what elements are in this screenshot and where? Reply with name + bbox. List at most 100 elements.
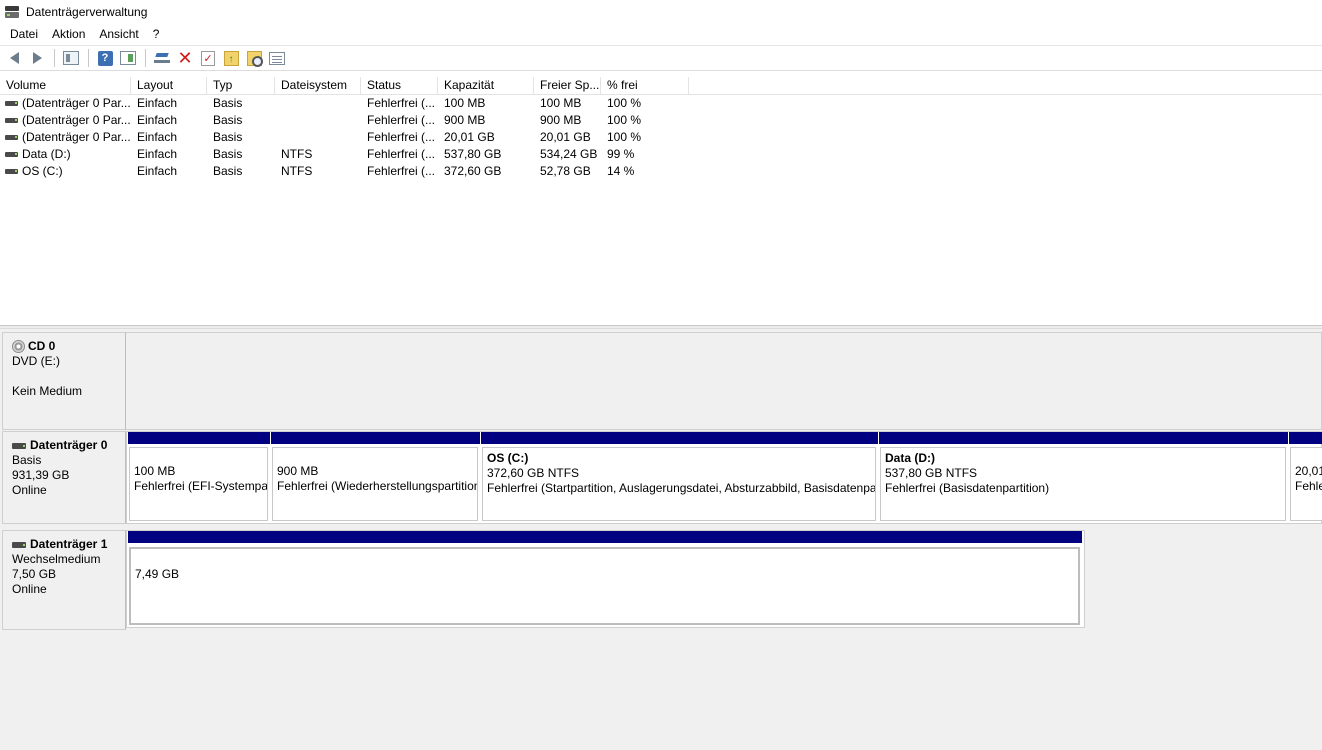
- volume-filesystem: NTFS: [281, 164, 313, 178]
- menu-bar: Datei Aktion Ansicht ?: [0, 24, 1322, 44]
- column-volume[interactable]: Volume: [0, 77, 131, 95]
- disk-info-line: Online: [12, 483, 47, 497]
- table-row[interactable]: (Datenträger 0 Par... Einfach Basis Fehl…: [0, 112, 1322, 129]
- partition-recovery-2[interactable]: 20,01 GB Fehlerfrei (Wiederherstellungsp…: [1288, 432, 1322, 523]
- column-freier-speicher[interactable]: Freier Sp...: [534, 77, 601, 95]
- column-typ[interactable]: Typ: [207, 77, 275, 95]
- partition-recovery[interactable]: 900 MB Fehlerfrei (Wiederherstellungspar…: [270, 432, 480, 523]
- properties-icon: [269, 51, 285, 65]
- volume-typ: Basis: [213, 130, 243, 144]
- table-row[interactable]: Data (D:) Einfach Basis NTFS Fehlerfrei …: [0, 146, 1322, 163]
- column-layout[interactable]: Layout: [131, 77, 207, 95]
- volume-layout: Einfach: [137, 130, 178, 144]
- volume-icon: [5, 118, 18, 123]
- partition-efi[interactable]: 100 MB Fehlerfrei (EFI-Systempartition): [127, 432, 270, 523]
- table-row[interactable]: OS (C:) Einfach Basis NTFS Fehlerfrei (.…: [0, 163, 1322, 180]
- volume-layout: Einfach: [137, 164, 178, 178]
- toolbar-separator: [88, 49, 89, 67]
- volume-status: Fehlerfrei (...: [367, 96, 436, 110]
- help-button[interactable]: ?: [94, 47, 116, 69]
- volume-capacity: 100 MB: [444, 96, 486, 110]
- volume-capacity: 372,60 GB: [444, 164, 502, 178]
- graphical-disk-view: CD 0 DVD (E:) Kein Medium Datenträger 0 …: [0, 329, 1322, 750]
- volume-icon: [5, 101, 18, 106]
- volume-free-space: 20,01 GB: [540, 130, 591, 144]
- action-pane-button[interactable]: [117, 47, 139, 69]
- volume-typ: Basis: [213, 147, 243, 161]
- volume-typ: Basis: [213, 113, 243, 127]
- volume-typ: Basis: [213, 164, 243, 178]
- volume-percent-free: 100 %: [607, 130, 642, 144]
- disk-label-disk1[interactable]: Datenträger 1 Wechselmedium 7,50 GB Onli…: [2, 530, 126, 630]
- delete-icon: ✕: [177, 48, 193, 68]
- folder-up-button[interactable]: ↑: [220, 47, 242, 69]
- connect-disk-icon: [154, 53, 170, 63]
- cd-drive-icon: [12, 340, 25, 353]
- partition-status: Fehlerfrei (Startpartition, Auslagerungs…: [487, 481, 876, 495]
- volume-typ: Basis: [213, 96, 243, 110]
- volume-free-space: 900 MB: [540, 113, 582, 127]
- hard-disk-icon: [12, 442, 26, 449]
- partition-size: 372,60 GB NTFS: [487, 466, 580, 480]
- menu-ansicht[interactable]: Ansicht: [93, 27, 144, 41]
- volume-capacity: 537,80 GB: [444, 147, 502, 161]
- volume-percent-free: 14 %: [607, 164, 635, 178]
- disk-info-line: Wechselmedium: [12, 552, 101, 566]
- partition-bar: [127, 432, 270, 444]
- volume-filesystem: NTFS: [281, 147, 313, 161]
- disk-info-line: DVD (E:): [12, 354, 60, 368]
- partition-bar: [127, 531, 1082, 543]
- check-disk-button[interactable]: ✓: [197, 47, 219, 69]
- partition-bar: [270, 432, 480, 444]
- volume-name: (Datenträger 0 Par...: [22, 113, 131, 127]
- search-folder-button[interactable]: [243, 47, 265, 69]
- table-row[interactable]: (Datenträger 0 Par... Einfach Basis Fehl…: [0, 95, 1322, 112]
- help-icon: ?: [97, 50, 113, 66]
- disk-row-cd0: CD 0 DVD (E:) Kein Medium: [2, 332, 1322, 430]
- toolbar: ? ✕ ✓ ↑: [0, 45, 1322, 71]
- column-kapazitaet[interactable]: Kapazität: [438, 77, 534, 95]
- table-row[interactable]: (Datenträger 0 Par... Einfach Basis Fehl…: [0, 129, 1322, 146]
- console-tree-button[interactable]: [60, 47, 82, 69]
- volume-icon: [5, 152, 18, 157]
- back-button[interactable]: [3, 47, 25, 69]
- volume-filesystem: [275, 129, 361, 146]
- volume-name: OS (C:): [22, 164, 63, 178]
- console-tree-icon: [63, 51, 79, 65]
- partition-data-d[interactable]: Data (D:) 537,80 GB NTFS Fehlerfrei (Bas…: [878, 432, 1288, 523]
- volume-status: Fehlerfrei (...: [367, 164, 436, 178]
- partition-removable[interactable]: 7,49 GB: [127, 531, 1082, 627]
- partition-status: Fehlerfrei (Basisdatenpartition): [885, 481, 1050, 495]
- toolbar-separator: [145, 49, 146, 67]
- search-folder-icon: [246, 50, 263, 67]
- partition-size: 900 MB: [277, 464, 319, 478]
- menu-datei[interactable]: Datei: [4, 27, 44, 41]
- menu-help[interactable]: ?: [147, 27, 166, 41]
- disk-info-line: Kein Medium: [12, 384, 83, 398]
- disk-area-cd0: [126, 332, 1322, 430]
- volume-status: Fehlerfrei (...: [367, 130, 436, 144]
- forward-button[interactable]: [26, 47, 48, 69]
- partition-size: 20,01 GB: [1295, 464, 1322, 478]
- disk-label-cd0[interactable]: CD 0 DVD (E:) Kein Medium: [2, 332, 126, 430]
- disk-label-disk0[interactable]: Datenträger 0 Basis 931,39 GB Online: [2, 431, 126, 524]
- partition-size: 100 MB: [134, 464, 176, 478]
- delete-button[interactable]: ✕: [174, 47, 196, 69]
- partition-name: OS (C:): [487, 451, 529, 465]
- volume-list: Volume Layout Typ Dateisystem Status Kap…: [0, 77, 1322, 325]
- volume-capacity: 900 MB: [444, 113, 486, 127]
- partition-os-c[interactable]: OS (C:) 372,60 GB NTFS Fehlerfrei (Start…: [480, 432, 878, 523]
- volume-capacity: 20,01 GB: [444, 130, 495, 144]
- properties-button[interactable]: [266, 47, 288, 69]
- menu-aktion[interactable]: Aktion: [46, 27, 91, 41]
- folder-up-icon: ↑: [223, 50, 239, 66]
- disk-info-line: Online: [12, 582, 47, 596]
- partition-status: Fehlerfrei (Wiederherstellungspartition): [277, 479, 478, 493]
- volume-layout: Einfach: [137, 147, 178, 161]
- column-dateisystem[interactable]: Dateisystem: [275, 77, 361, 95]
- column-prozent-frei[interactable]: % frei: [601, 77, 689, 95]
- volume-free-space: 534,24 GB: [540, 147, 598, 161]
- volume-status: Fehlerfrei (...: [367, 113, 436, 127]
- connect-disk-button[interactable]: [151, 47, 173, 69]
- column-status[interactable]: Status: [361, 77, 438, 95]
